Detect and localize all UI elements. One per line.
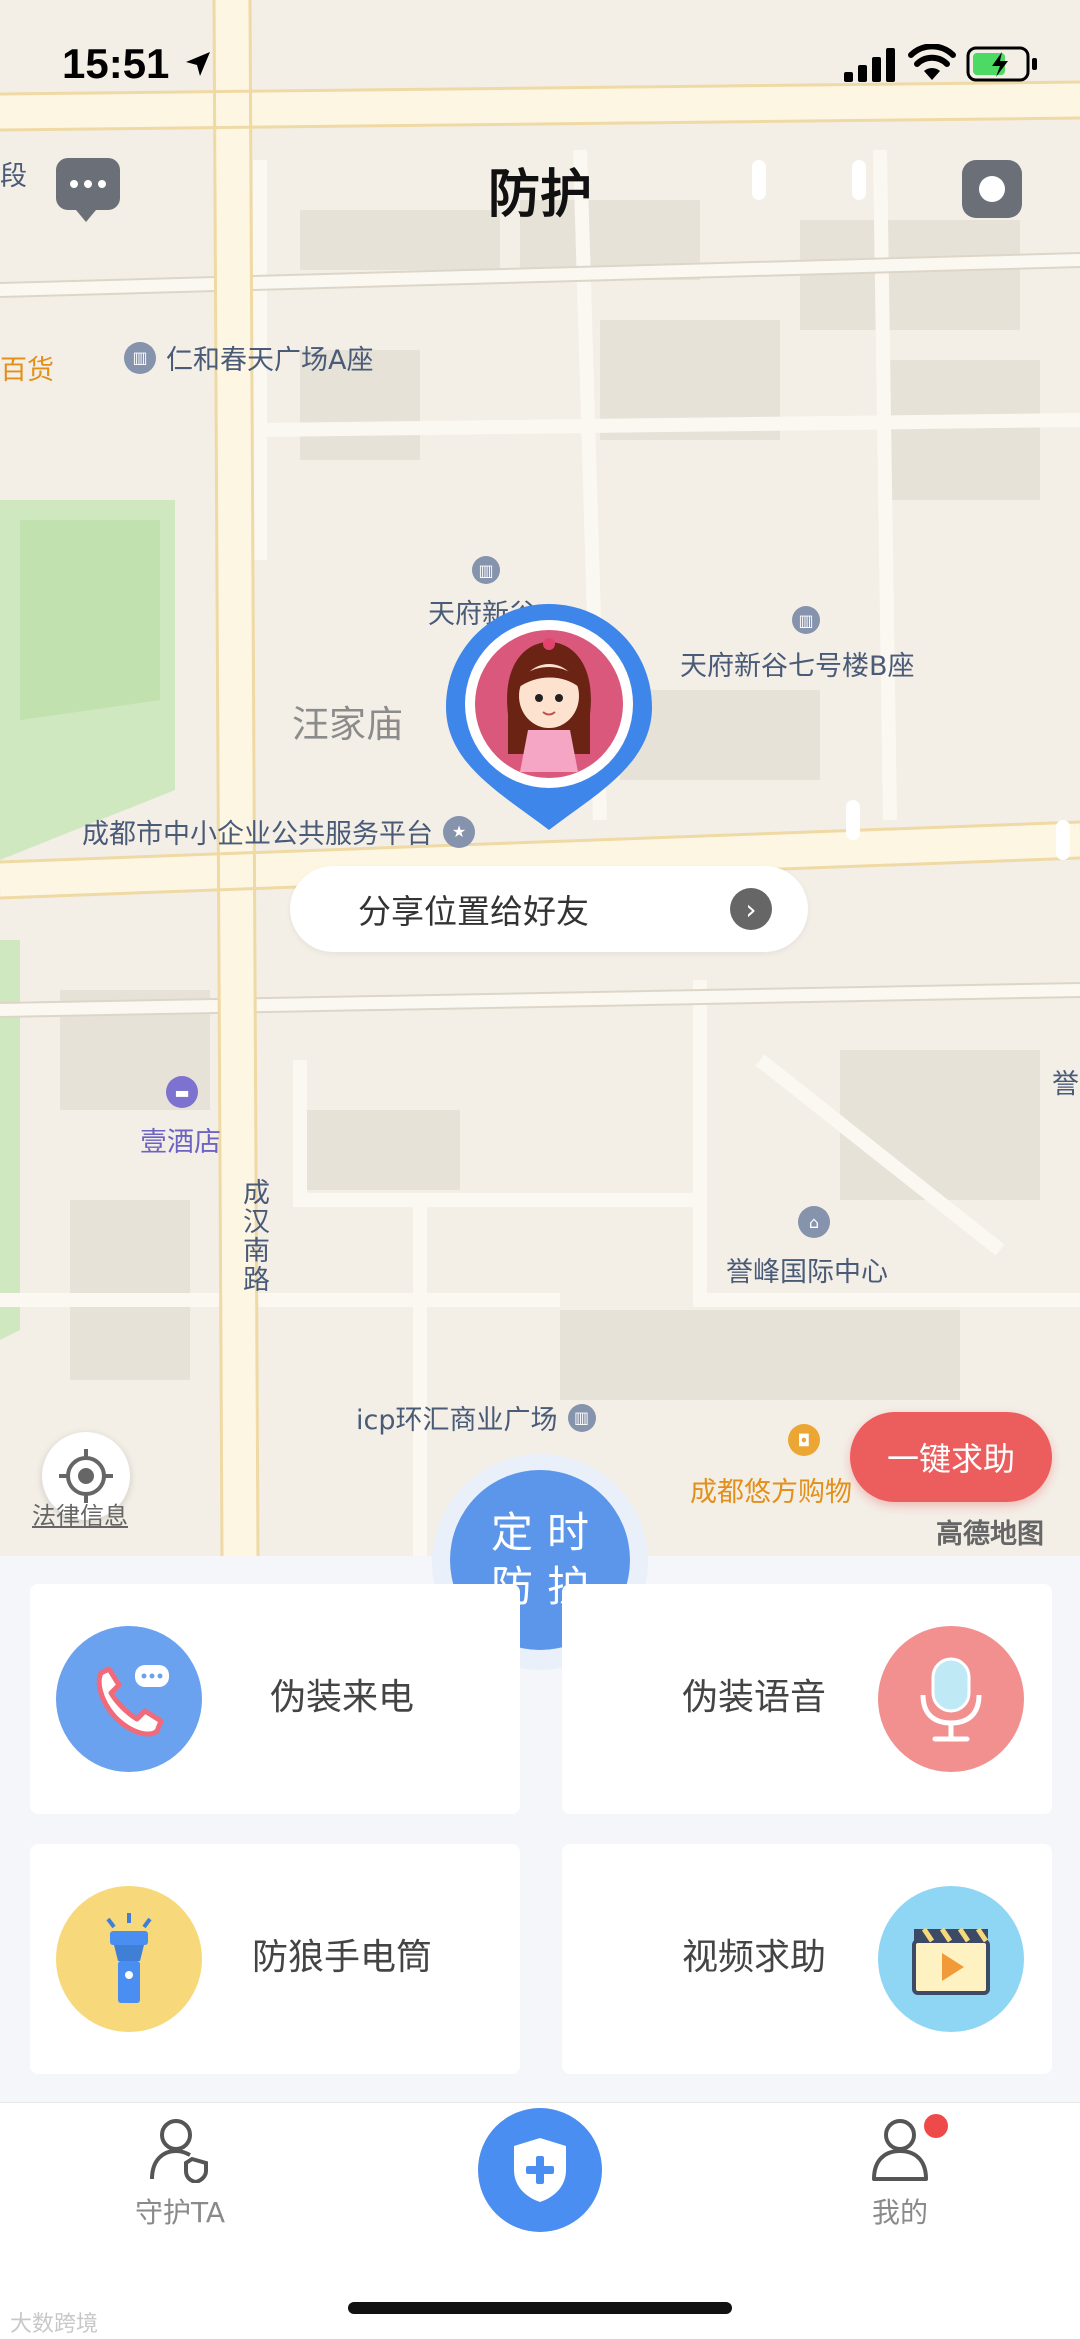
clapperboard-icon [878, 1886, 1024, 2032]
chat-dot [84, 180, 92, 188]
home-indicator[interactable] [348, 2302, 732, 2314]
bed-icon: ▬ [166, 1076, 198, 1108]
video-help-card[interactable]: 视频求助 [562, 1844, 1052, 2074]
building-icon: ▥ [567, 1403, 596, 1432]
poi-youfang[interactable]: 成都悠方购物 [690, 1470, 852, 1509]
messages-button[interactable] [56, 158, 120, 222]
poi-icp[interactable]: icp环汇商业广场 ▥ [356, 1398, 596, 1437]
chat-dot [98, 180, 106, 188]
cellular-signal-icon [844, 48, 895, 82]
video-icon [912, 1927, 990, 1995]
camera-button[interactable] [962, 160, 1022, 218]
page-title: 防护 [487, 165, 592, 225]
poi-youfang-icon: ◘ [788, 1424, 820, 1456]
phone-icon [96, 1665, 169, 1737]
poi-tianfu-icon: ▥ [472, 556, 500, 584]
user-profile-icon [872, 2119, 928, 2181]
tab-guard[interactable]: 守护TA [90, 2117, 270, 2231]
guard-user-icon [150, 2119, 208, 2183]
legal-info-link[interactable]: 法律信息 [32, 1496, 128, 1531]
chat-bubble-icon [70, 180, 78, 188]
flashlight-icon [56, 1886, 202, 2032]
watermark: 大数跨境 [10, 2312, 99, 2337]
status-bar: 15:51 [0, 0, 1080, 132]
flashlight-label: 防狼手电筒 [252, 1937, 433, 1978]
district-wangjiamiao: 汪家庙 [292, 703, 403, 746]
poi-yufeng-icon: ⌂ [798, 1206, 830, 1238]
map-brand-logo: 高德地图 [936, 1519, 1044, 1550]
shield-plus-icon [514, 2138, 566, 2202]
road-chenghan-south: 成汉南路 [238, 1178, 269, 1294]
fake-voice-card[interactable]: 伪装语音 [562, 1584, 1052, 1814]
tab-mine[interactable]: 我的 [810, 2117, 990, 2231]
poi-chengdu-platform[interactable]: 成都市中小企业公共服务平台 ★ [82, 812, 475, 851]
wifi-icon [908, 44, 956, 80]
poi-yufeng[interactable]: 誉峰国际中心 [726, 1250, 888, 1289]
chevron-right-icon: › [730, 888, 772, 930]
phone-call-icon [56, 1626, 202, 1772]
shopping-bag-icon: ◘ [788, 1424, 820, 1456]
microphone-icon [878, 1626, 1024, 1772]
fake-call-label: 伪装来电 [270, 1677, 415, 1718]
poi-hotel[interactable]: 壹酒店 [140, 1120, 221, 1159]
user-location-marker[interactable] [446, 604, 652, 830]
building-icon: ▥ [792, 606, 820, 634]
map-view[interactable]: ▥ 仁和春天广场A座 百货 段 天府新谷 ▥ ▥ 天府新谷七号楼B座 汪家庙 成… [0, 0, 1080, 1556]
poi-renhe[interactable]: ▥ 仁和春天广场A座 [124, 338, 373, 377]
building-icon: ▥ [472, 556, 500, 584]
sos-button[interactable]: 一键求助 [850, 1412, 1052, 1502]
share-location-button[interactable]: 分享位置给好友 › [290, 866, 808, 952]
poi-tianfu-b[interactable]: ▥ [792, 606, 820, 634]
poi-hotel-icon: ▬ [166, 1076, 198, 1108]
building-icon: ▥ [124, 341, 156, 374]
torch-icon [106, 1913, 152, 2003]
mic-icon [920, 1657, 982, 1742]
notification-badge [924, 2114, 948, 2138]
battery-charging-icon [966, 46, 1037, 82]
poi-tianfu-b-label[interactable]: 天府新谷七号楼B座 [680, 644, 915, 683]
tab-protect-center[interactable] [478, 2108, 602, 2232]
poi-baihuo[interactable]: 百货 [0, 348, 54, 387]
house-icon: ⌂ [798, 1206, 830, 1238]
flashlight-card[interactable]: 防狼手电筒 [30, 1844, 520, 2074]
status-time: 15:51 [62, 40, 170, 87]
location-arrow-icon [186, 52, 210, 76]
fake-voice-label: 伪装语音 [682, 1677, 827, 1718]
video-help-label: 视频求助 [682, 1937, 827, 1978]
fake-call-card[interactable]: 伪装来电 [30, 1584, 520, 1814]
poi-yu-edge: 誉 [1052, 1069, 1079, 1100]
